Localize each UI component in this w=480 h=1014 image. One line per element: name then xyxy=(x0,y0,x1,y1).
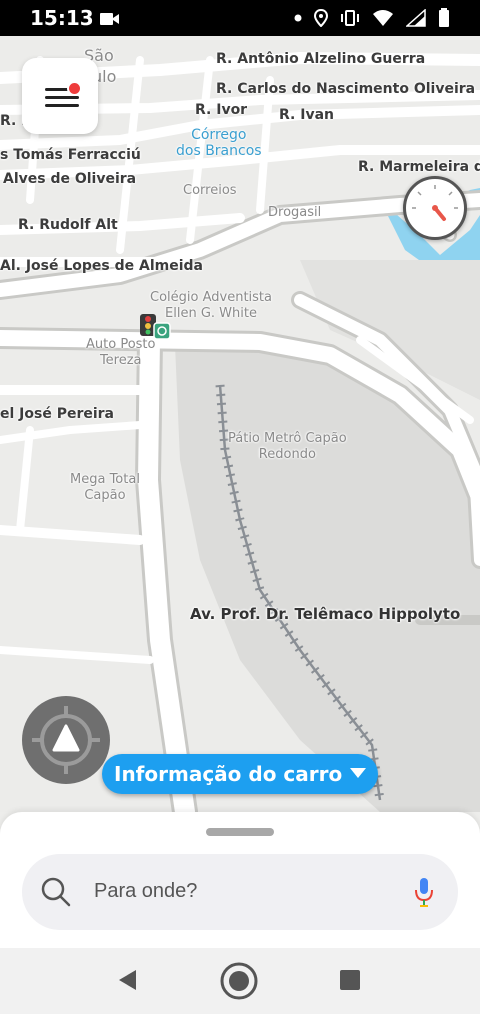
microphone-icon[interactable] xyxy=(414,876,434,908)
video-camera-icon xyxy=(100,13,119,25)
status-time: 15:13 xyxy=(30,6,94,30)
street-label: R. Rudolf Alt xyxy=(18,217,118,233)
notification-badge xyxy=(67,81,82,96)
search-bar[interactable]: Para onde? xyxy=(22,854,458,930)
recenter-button[interactable] xyxy=(22,696,110,784)
search-icon xyxy=(41,877,71,907)
street-label: Al. José Lopes de Almeida xyxy=(0,258,203,274)
recenter-arrow-icon xyxy=(32,706,100,774)
home-circle-icon[interactable] xyxy=(219,961,259,1001)
status-icons xyxy=(294,8,450,28)
signal-icon xyxy=(406,9,426,27)
street-label: R. Antônio Alzelino Guerra xyxy=(216,51,426,67)
street-label: R. Carlos do Nascimento Oliveira xyxy=(216,81,476,97)
street-label: Av. Prof. Dr. Telêmaco Hippolyto xyxy=(190,605,461,623)
place-label: Pátio Metrô Capão Redondo xyxy=(228,431,347,462)
street-label: R. Marmeleira da xyxy=(358,159,480,175)
street-label: R. Ivan xyxy=(279,107,334,123)
wifi-icon xyxy=(373,10,393,26)
place-label: Auto Posto Tereza xyxy=(86,337,156,368)
car-info-label: Informação do carro xyxy=(114,762,343,786)
notification-dot-icon xyxy=(294,14,302,22)
street-label: Alves de Oliveira xyxy=(3,171,137,187)
bottom-sheet: Para onde? xyxy=(0,812,480,948)
location-icon xyxy=(314,9,328,27)
place-label: Correios xyxy=(183,183,237,198)
street-label: R. Ivor xyxy=(195,102,248,118)
status-bar: 15:13 xyxy=(0,0,480,36)
back-triangle-icon[interactable] xyxy=(116,968,140,992)
street-label: s Tomás Ferracciú xyxy=(0,147,141,163)
recents-square-icon[interactable] xyxy=(340,970,360,990)
menu-button[interactable] xyxy=(22,58,98,134)
street-label: el José Pereira xyxy=(0,406,115,422)
battery-icon xyxy=(439,8,449,27)
speed-camera-icon xyxy=(153,322,171,340)
sheet-drag-handle[interactable] xyxy=(206,828,274,836)
system-nav-bar xyxy=(0,948,480,1014)
speedometer[interactable] xyxy=(403,176,467,240)
place-label: Colégio Adventista Ellen G. White xyxy=(150,290,272,321)
caret-down-icon xyxy=(350,768,366,778)
car-info-button[interactable]: Informação do carro xyxy=(102,754,378,794)
place-label: Drogasil xyxy=(268,205,322,220)
water-label: Córrego dos Brancos xyxy=(176,127,262,159)
search-placeholder: Para onde? xyxy=(94,880,198,902)
speedometer-icon xyxy=(412,185,458,221)
vibrate-icon xyxy=(341,10,359,26)
place-label: Mega Total Capão xyxy=(70,472,140,503)
